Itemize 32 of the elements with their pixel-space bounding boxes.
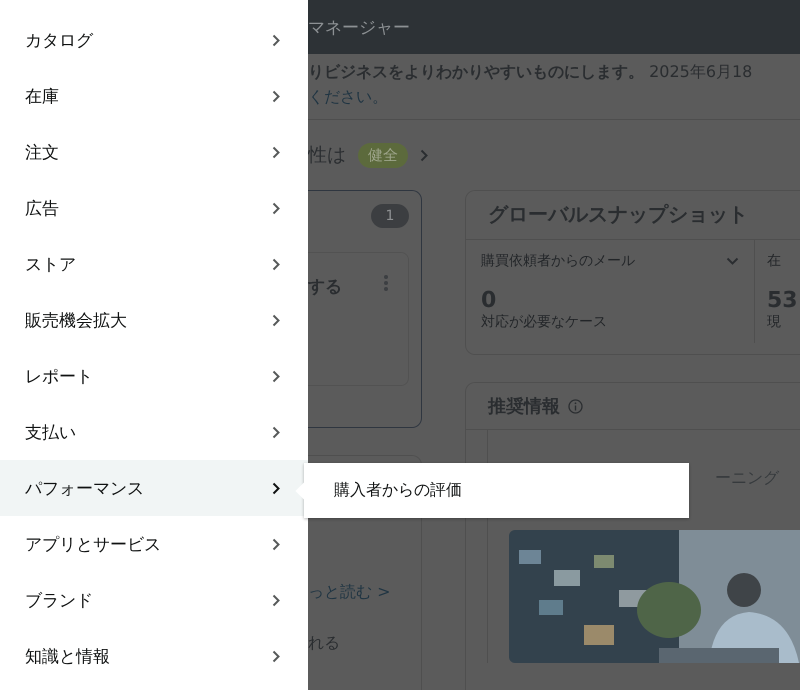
menu-item[interactable]: パフォーマンス	[0, 460, 308, 516]
menu-item-label: ストア	[25, 254, 76, 276]
tile-label: 購買依頼者からのメール	[481, 252, 635, 270]
menu-item-label: ブランド	[25, 590, 93, 612]
menu-item-label: 販売機会拡大	[25, 310, 127, 332]
tile-caption: 対応が必要なケース	[481, 313, 608, 331]
menu-item[interactable]: 在庫	[0, 68, 308, 124]
tile-caption: 現	[767, 313, 782, 331]
header-title: マネージャー	[308, 16, 410, 38]
menu-item-label: パフォーマンス	[25, 478, 144, 500]
menu-item-label: 知識と情報	[25, 646, 110, 668]
tile-label: 在	[767, 252, 781, 270]
menu-item[interactable]: レポート	[0, 348, 308, 404]
menu-item[interactable]: 販売機会拡大	[0, 292, 308, 348]
menu-item[interactable]: ブランド	[0, 572, 308, 628]
menu-item[interactable]: 支払い	[0, 404, 308, 460]
menu-item-label: 在庫	[25, 86, 59, 108]
menu-item[interactable]: カタログ	[0, 12, 308, 68]
menu-item[interactable]: ストア	[0, 236, 308, 292]
status-badge: 健全	[358, 142, 408, 168]
menu-item-label: アプリとサービス	[25, 534, 161, 556]
menu-item-label: 注文	[25, 142, 59, 164]
menu-item-label: カタログ	[25, 30, 93, 52]
menu-item[interactable]: 広告	[0, 180, 308, 236]
menu-item-label: 広告	[25, 198, 59, 220]
menu-item[interactable]: 知識と情報	[0, 628, 308, 684]
menu-item[interactable]: アプリとサービス	[0, 516, 308, 572]
menu-item[interactable]: 注文	[0, 124, 308, 180]
count-badge: 1	[371, 204, 409, 228]
menu-item-label: レポート	[25, 366, 93, 388]
submenu-item[interactable]: 購入者からの評価	[334, 480, 462, 501]
menu-item-label: 支払い	[25, 422, 76, 444]
